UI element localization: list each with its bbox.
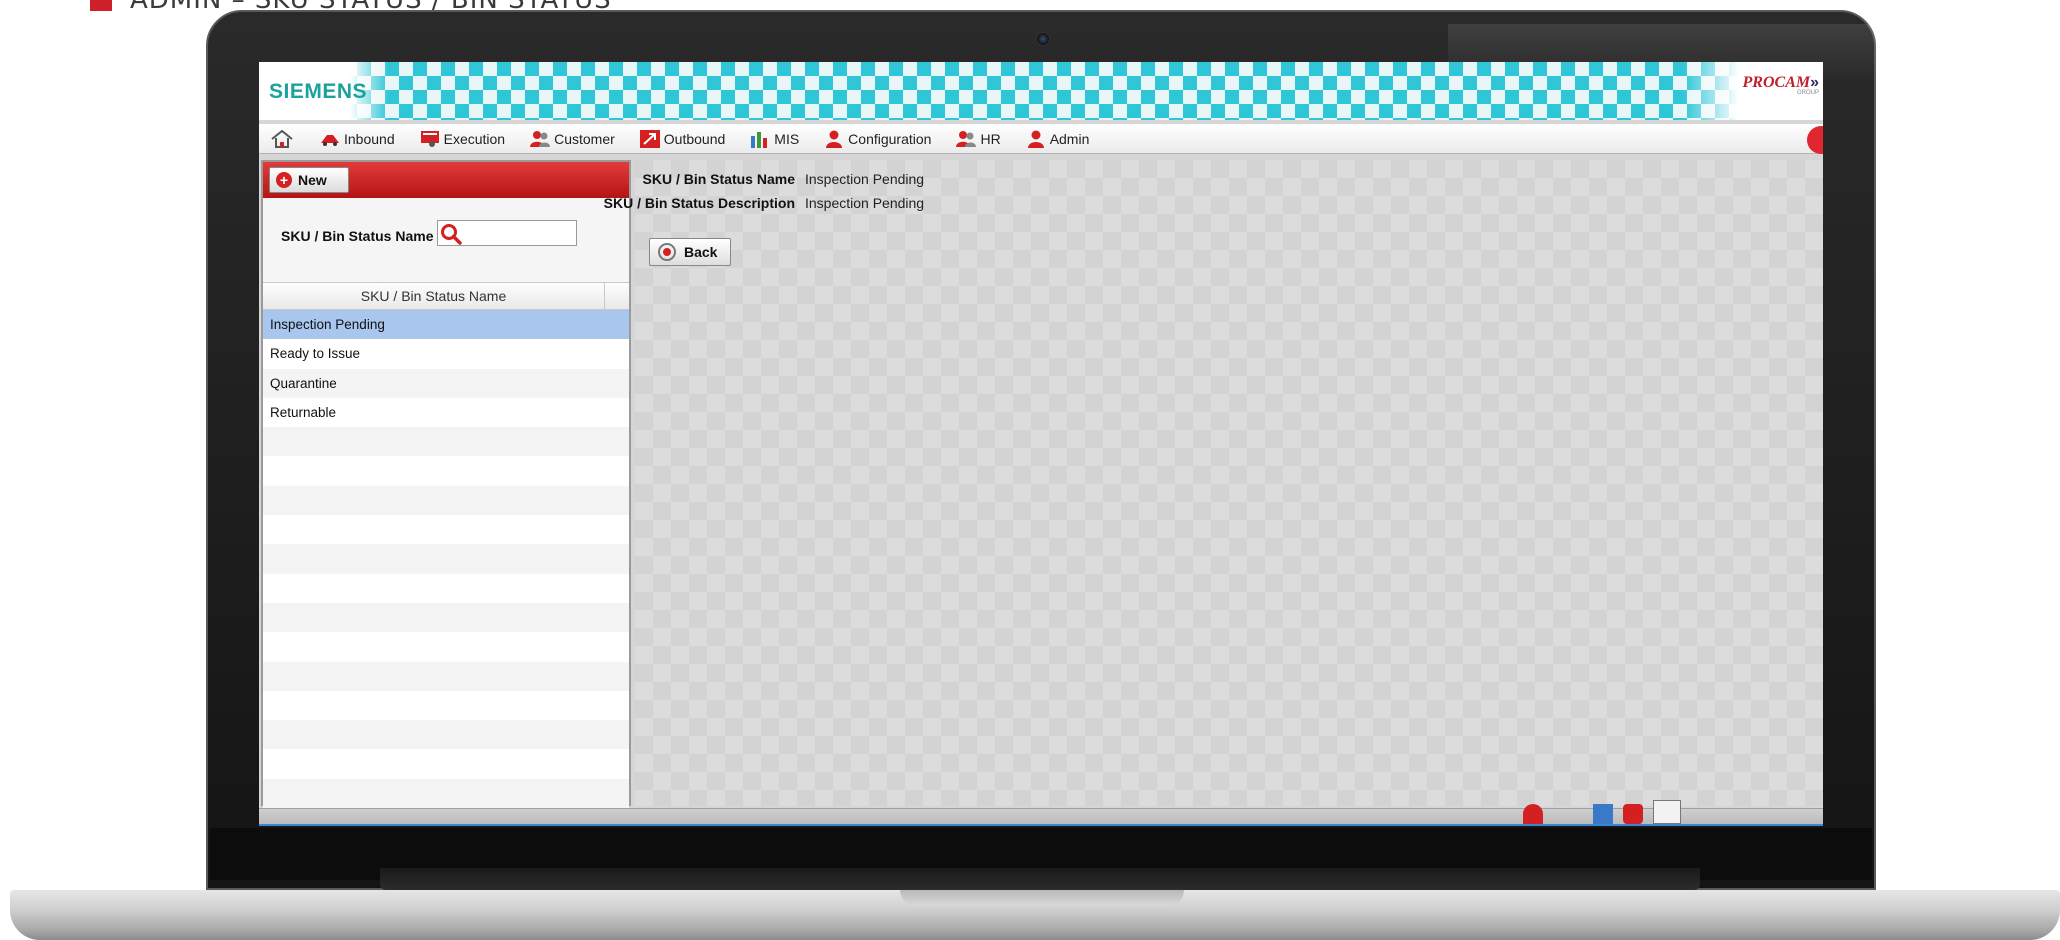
outbound-icon: [639, 129, 661, 148]
empty-table-row: [263, 573, 629, 603]
tray-app-icon[interactable]: [1523, 804, 1543, 824]
users-icon: [955, 130, 977, 148]
search-area: SKU / Bin Status Name: [263, 198, 629, 282]
back-button[interactable]: Back: [649, 238, 731, 266]
empty-table-row: [263, 427, 629, 457]
laptop-notch: [900, 890, 1184, 906]
new-button[interactable]: + New: [269, 167, 349, 193]
empty-table-row: [263, 661, 629, 691]
empty-table-row: [263, 720, 629, 750]
menu-configuration[interactable]: Configuration: [823, 127, 931, 151]
table-row[interactable]: Inspection Pending: [263, 310, 629, 340]
list-toolbar: + New: [263, 162, 629, 198]
menu-hr[interactable]: HR: [955, 127, 1001, 151]
app-header: SIEMENS PROCAM» GROUP: [259, 62, 1823, 120]
table-row[interactable]: Ready to Issue: [263, 339, 629, 369]
search-box: [437, 220, 577, 246]
empty-table-row: [263, 778, 629, 809]
column-header-status-name[interactable]: SKU / Bin Status Name: [263, 283, 605, 309]
execution-icon: [419, 130, 441, 148]
empty-table-row: [263, 515, 629, 545]
status-name-label: SKU / Bin Status Name: [642, 171, 795, 187]
empty-table-row: [263, 632, 629, 662]
table-row[interactable]: Quarantine: [263, 368, 629, 398]
laptop-hinge: [380, 868, 1700, 890]
menu-admin[interactable]: Admin: [1025, 127, 1089, 151]
search-icon[interactable]: [440, 223, 462, 245]
menu-mis[interactable]: MIS: [749, 127, 799, 151]
detail-panel: SKU / Bin Status Name Inspection Pending…: [604, 160, 1823, 806]
empty-table-row: [263, 602, 629, 633]
menu-execution[interactable]: Execution: [419, 127, 505, 151]
empty-table-row: [263, 456, 629, 486]
grid-header: SKU / Bin Status Name: [263, 282, 629, 310]
caption-marker: [90, 0, 112, 11]
brand-logo: SIEMENS: [269, 80, 368, 103]
table-row[interactable]: Returnable: [263, 397, 629, 428]
users-icon: [529, 130, 551, 148]
plus-icon: +: [276, 172, 292, 188]
back-arrow-icon: [658, 243, 676, 261]
status-name-value: Inspection Pending: [805, 171, 925, 187]
truck-icon: [319, 130, 341, 148]
menu-outbound[interactable]: Outbound: [639, 127, 725, 151]
status-grid: Inspection Pending Ready to Issue Quaranti…: [263, 310, 629, 809]
webcam-icon: [1036, 32, 1050, 46]
search-label: SKU / Bin Status Name: [281, 228, 434, 244]
partner-logo: PROCAM» GROUP: [1725, 74, 1819, 96]
main-menu: Inbound Execution Customer Outbound MIS: [259, 124, 1823, 154]
tray-app-icon[interactable]: [1623, 804, 1643, 824]
menu-inbound[interactable]: Inbound: [319, 127, 395, 151]
status-description-value: Inspection Pending: [805, 195, 925, 211]
bar-chart-icon: [749, 130, 771, 148]
home-icon[interactable]: [269, 127, 295, 151]
status-list-panel: + New SKU / Bin Status Name SKU / Bin St…: [261, 160, 631, 809]
empty-table-row: [263, 485, 629, 516]
app-screen: SIEMENS PROCAM» GROUP Inbound Execution: [259, 62, 1823, 826]
user-icon: [1025, 130, 1047, 148]
tray-show-desktop-icon[interactable]: [1653, 800, 1681, 824]
empty-table-row: [263, 749, 629, 779]
user-icon: [823, 130, 845, 148]
partner-name: PROCAM: [1742, 74, 1811, 91]
empty-table-row: [263, 544, 629, 574]
status-description-label: SKU / Bin Status Description: [603, 195, 795, 211]
empty-table-row: [263, 690, 629, 721]
tray-window-icon[interactable]: [1593, 804, 1613, 824]
menu-customer[interactable]: Customer: [529, 127, 615, 151]
